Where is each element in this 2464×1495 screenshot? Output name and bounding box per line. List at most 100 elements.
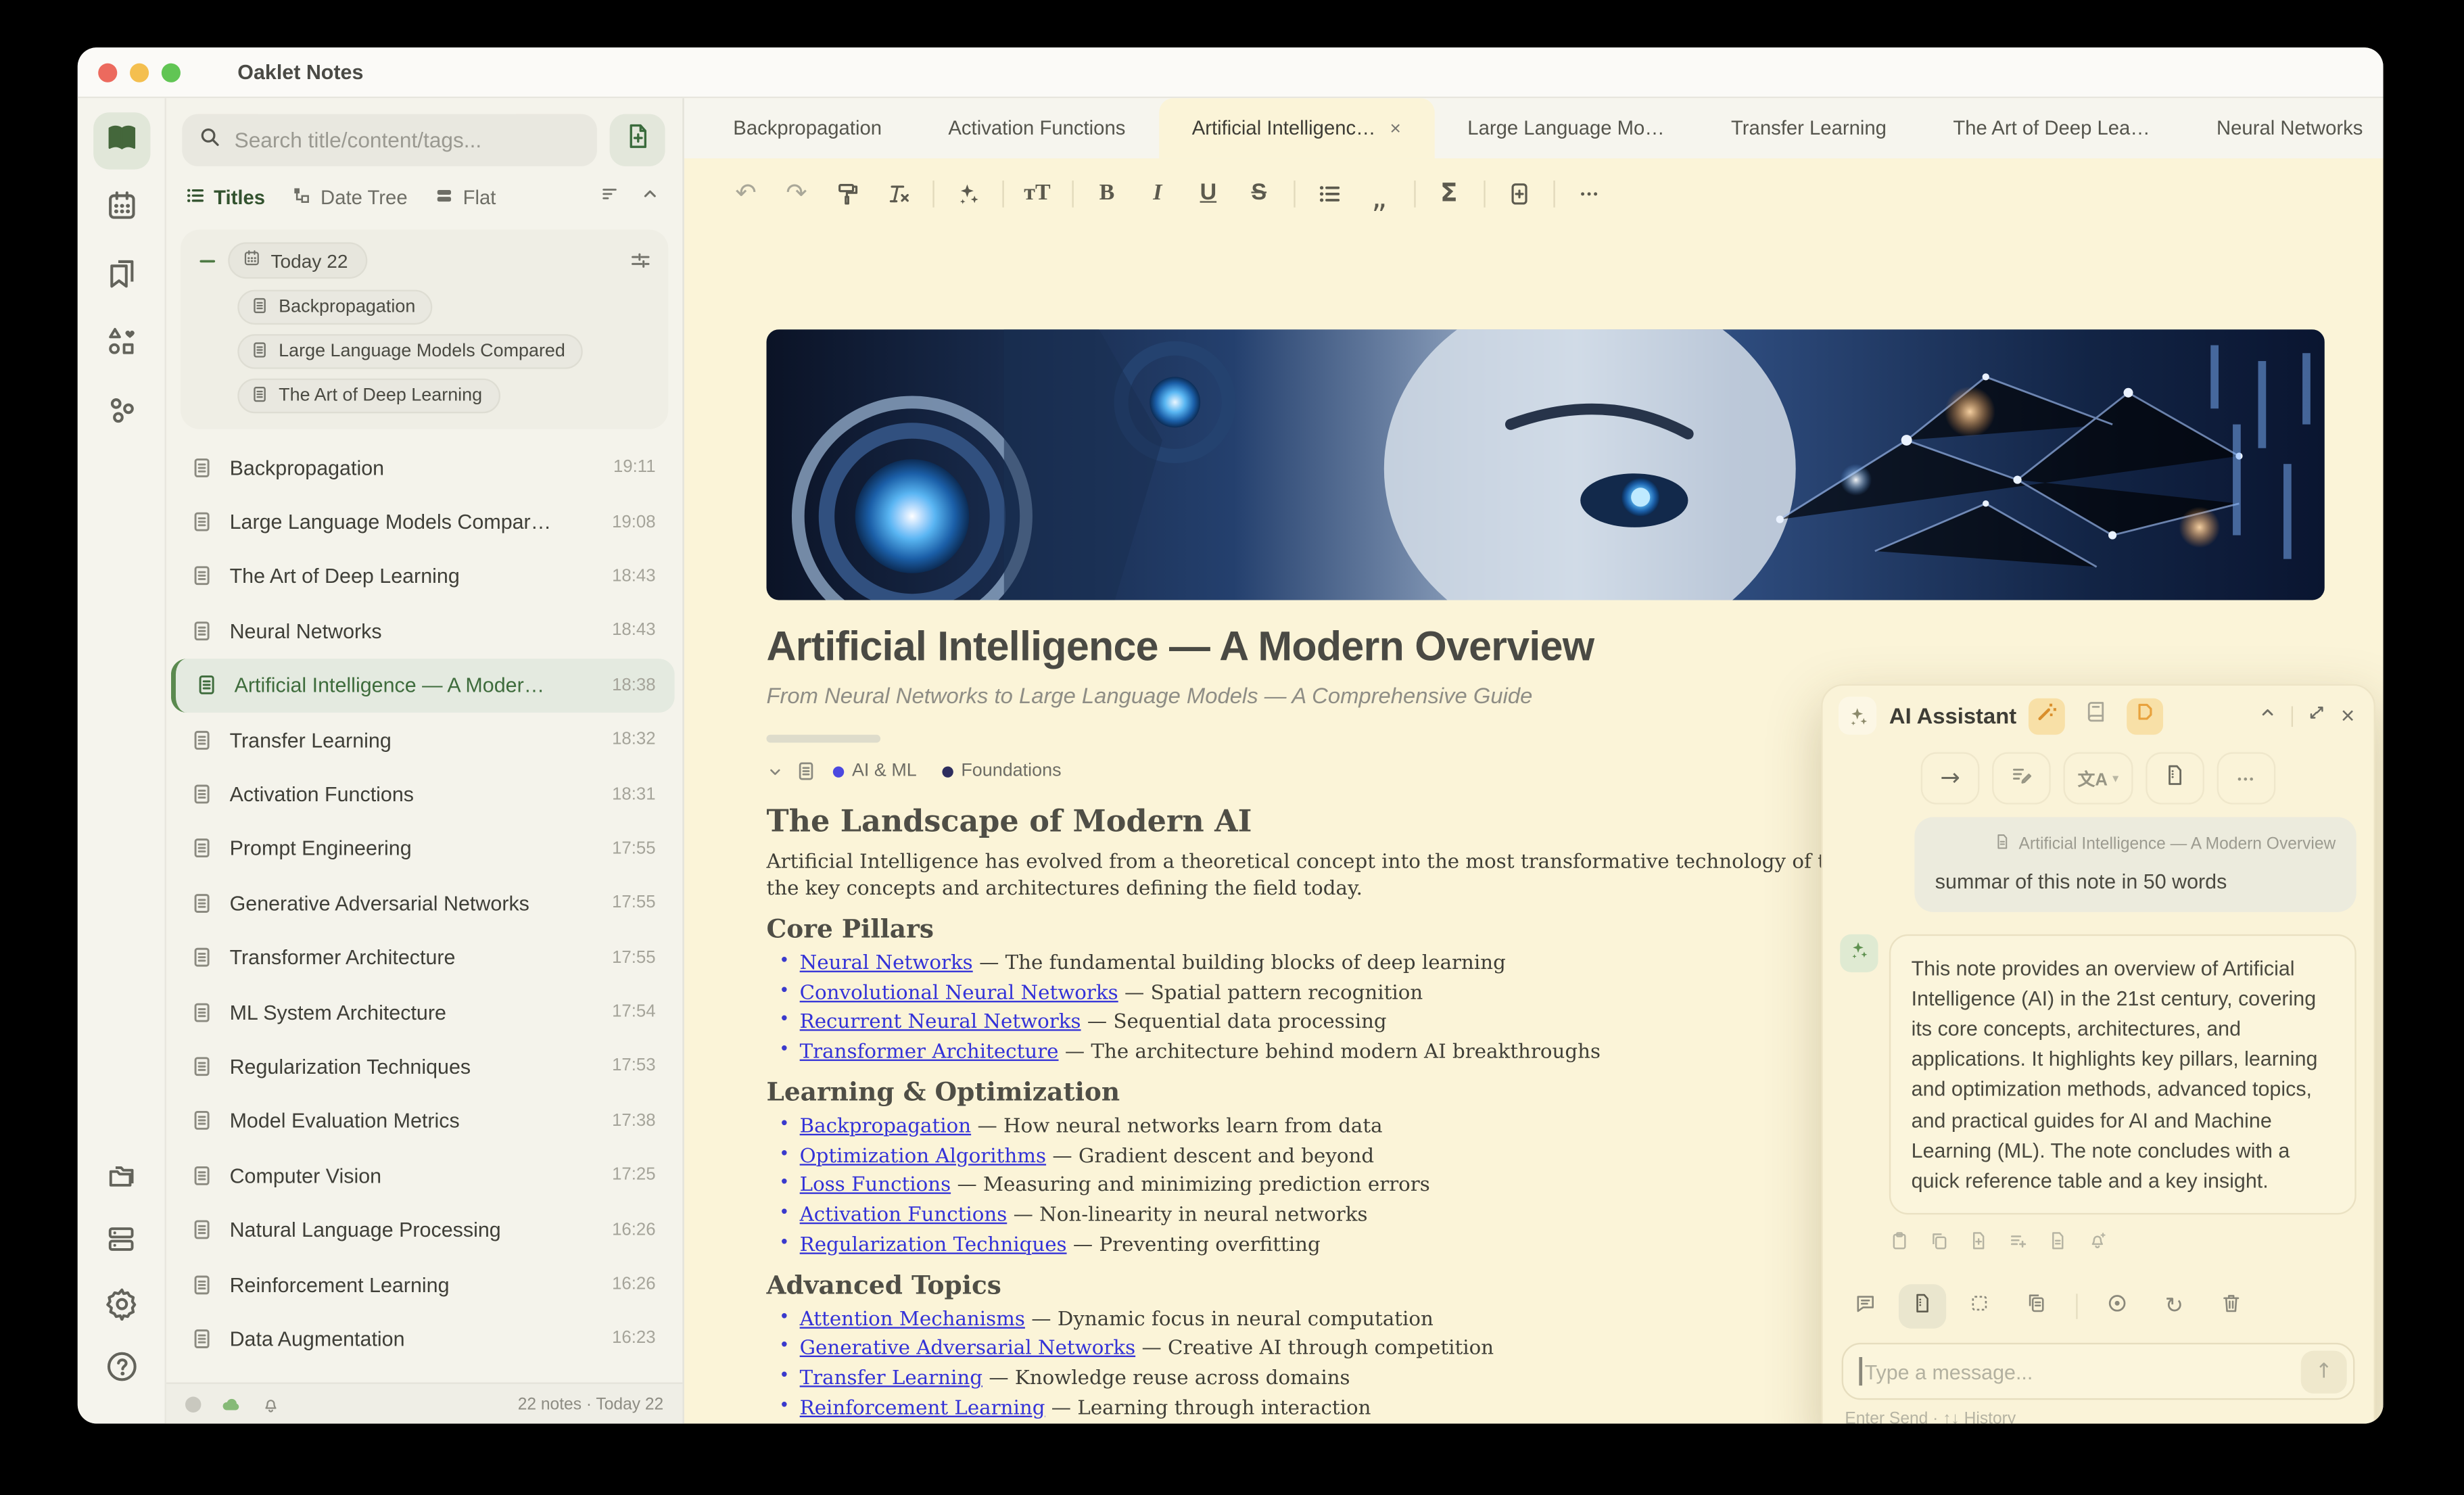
summarize-note-button[interactable] <box>2146 752 2204 804</box>
note-link[interactable]: Convolutional Neural Networks <box>800 979 1118 1003</box>
note-link[interactable]: Backpropagation <box>800 1113 971 1137</box>
note-list-item[interactable]: Transformer Architecture17:55 <box>166 930 675 985</box>
note-link[interactable]: Optimization Algorithms <box>800 1143 1046 1166</box>
rail-calendar-button[interactable] <box>93 181 149 237</box>
filter-sliders-icon[interactable] <box>629 249 653 272</box>
note-list-item[interactable]: Generative Adversarial Networks17:55 <box>166 876 675 930</box>
tab-activation-functions[interactable]: Activation Functions <box>915 98 1158 158</box>
note-link[interactable]: Transformer Architecture <box>800 1039 1059 1062</box>
multi-note-context-button[interactable] <box>2013 1284 2060 1329</box>
note-list-item[interactable]: Backpropagation19:11 <box>166 440 675 495</box>
rail-shapes-button[interactable] <box>93 316 149 373</box>
tab-backpropagation[interactable]: Backpropagation <box>700 98 915 158</box>
translate-button[interactable]: 文A▾ <box>2064 752 2133 804</box>
rail-bookmarks-button[interactable] <box>93 249 149 306</box>
more-tools-button[interactable] <box>1569 174 1607 212</box>
send-button[interactable]: ↑ <box>2301 1350 2347 1392</box>
note-list-item[interactable]: Reinforcement Learning16:26 <box>166 1257 675 1312</box>
note-list-item[interactable]: Computer Vision17:25 <box>166 1148 675 1203</box>
rail-notes-button[interactable] <box>93 112 149 169</box>
note-list-item[interactable]: ML System Architecture17:54 <box>166 984 675 1039</box>
rail-archive-button[interactable] <box>93 1214 149 1271</box>
note-link[interactable]: Recurrent Neural Networks <box>800 1009 1081 1033</box>
note-link[interactable]: Transfer Learning <box>800 1365 982 1389</box>
note-link[interactable]: Neural Networks <box>800 950 973 974</box>
ai-sparkles-button[interactable] <box>949 174 987 212</box>
note-context-button[interactable] <box>1899 1284 1946 1329</box>
rail-folders-button[interactable] <box>93 1152 149 1208</box>
collapse-panel-icon[interactable] <box>2258 701 2277 730</box>
text-size-button[interactable]: ᴛT <box>1018 174 1056 212</box>
underline-button[interactable]: U <box>1189 174 1227 212</box>
view-source-icon[interactable] <box>2047 1230 2068 1258</box>
paste-icon[interactable] <box>1889 1230 1910 1258</box>
bell-icon[interactable] <box>261 1394 280 1413</box>
note-list-item[interactable]: Natural Language Processing16:26 <box>166 1203 675 1258</box>
ai-mode-wand-button[interactable] <box>2029 698 2066 734</box>
note-list-item[interactable]: Model Evaluation Metrics17:38 <box>166 1094 675 1149</box>
tab-the-art-of-deep-lea[interactable]: The Art of Deep Lea… <box>1920 98 2183 158</box>
search-input[interactable]: Search title/content/tags... <box>182 114 597 166</box>
note-properties-icon[interactable] <box>795 760 818 782</box>
note-link[interactable]: Loss Functions <box>800 1172 951 1196</box>
note-list-item[interactable]: Regularization Techniques17:53 <box>166 1039 675 1094</box>
collapse-tree-icon[interactable] <box>196 250 218 272</box>
clear-chat-button[interactable] <box>2208 1284 2255 1329</box>
note-title[interactable]: Artificial Intelligence — A Modern Overv… <box>766 622 2324 671</box>
close-panel-icon[interactable]: × <box>2341 704 2355 728</box>
tab-large-language-mo[interactable]: Large Language Mo… <box>1434 98 1698 158</box>
tree-child-note-chip[interactable]: Large Language Models Compared <box>237 334 582 369</box>
formula-button[interactable]: Σ <box>1430 174 1468 212</box>
improve-writing-button[interactable] <box>1992 752 2051 804</box>
copy-icon[interactable] <box>1928 1230 1949 1258</box>
rail-settings-button[interactable] <box>93 1278 149 1335</box>
note-link[interactable]: Regularization Techniques <box>800 1231 1067 1255</box>
new-note-button[interactable] <box>610 114 665 166</box>
ai-mode-knowledge-button[interactable] <box>2078 698 2114 734</box>
note-list-item[interactable]: Activation Functions18:31 <box>166 767 675 822</box>
selection-context-button[interactable] <box>1956 1284 2003 1329</box>
ai-message-input[interactable]: Type a message... ↑ <box>1842 1343 2355 1400</box>
tab-transfer-learning[interactable]: Transfer Learning <box>1698 98 1920 158</box>
minimize-window-button[interactable] <box>130 63 149 82</box>
remind-icon[interactable] <box>2087 1230 2108 1258</box>
bold-button[interactable]: B <box>1088 174 1126 212</box>
note-tag[interactable]: Foundations <box>942 761 1061 780</box>
bullet-list-button[interactable] <box>1310 174 1348 212</box>
view-tab-date-tree[interactable]: Date Tree <box>292 185 408 210</box>
continue-writing-button[interactable]: → <box>1921 752 1980 804</box>
note-link[interactable]: Activation Functions <box>800 1202 1008 1226</box>
ai-chat-area[interactable]: Artificial Intelligence — A Modern Overv… <box>1823 817 2374 1268</box>
today-group-chip[interactable]: Today 22 <box>228 242 366 279</box>
tab-neural-networks[interactable]: Neural Networks <box>2183 98 2384 158</box>
view-tab-titles[interactable]: Titles <box>185 185 265 210</box>
zoom-window-button[interactable] <box>162 63 181 82</box>
undo-button[interactable]: ↶ <box>727 174 765 212</box>
note-list-item[interactable]: Transfer Learning18:32 <box>166 713 675 767</box>
new-note-from-reply-icon[interactable] <box>1968 1230 1989 1258</box>
note-list-item[interactable]: Optimization Algorithms16:23 <box>166 1366 675 1382</box>
tree-child-note-chip[interactable]: The Art of Deep Learning <box>237 379 500 414</box>
collapse-all-icon[interactable] <box>640 184 660 212</box>
italic-button[interactable]: I <box>1139 174 1177 212</box>
quote-button[interactable]: „ <box>1360 174 1398 212</box>
note-list-item[interactable]: Large Language Models Compar…19:08 <box>166 495 675 550</box>
rail-graph-button[interactable] <box>93 385 149 442</box>
insert-table-button[interactable] <box>1500 174 1538 212</box>
note-list-item[interactable]: Prompt Engineering17:55 <box>166 822 675 876</box>
redo-button[interactable]: ↷ <box>778 174 815 212</box>
note-list-item[interactable]: Neural Networks18:43 <box>166 604 675 659</box>
strikethrough-button[interactable]: S <box>1240 174 1278 212</box>
note-list-item[interactable]: Data Augmentation16:23 <box>166 1312 675 1367</box>
chat-mode-button[interactable] <box>1842 1284 1889 1329</box>
note-link[interactable]: Generative Adversarial Networks <box>800 1335 1135 1359</box>
chevron-down-icon[interactable] <box>766 763 784 780</box>
rail-help-button[interactable] <box>93 1342 149 1398</box>
tree-child-note-chip[interactable]: Backpropagation <box>237 290 433 325</box>
tab-artificial-intelligenc[interactable]: Artificial Intelligenc…× <box>1159 98 1435 158</box>
note-list-item[interactable]: The Art of Deep Learning18:43 <box>166 549 675 604</box>
sort-icon[interactable] <box>600 184 621 212</box>
regenerate-button[interactable]: ↻ <box>2150 1284 2198 1329</box>
format-paint-button[interactable] <box>828 174 866 212</box>
ai-mode-shape-button[interactable] <box>2127 698 2164 734</box>
